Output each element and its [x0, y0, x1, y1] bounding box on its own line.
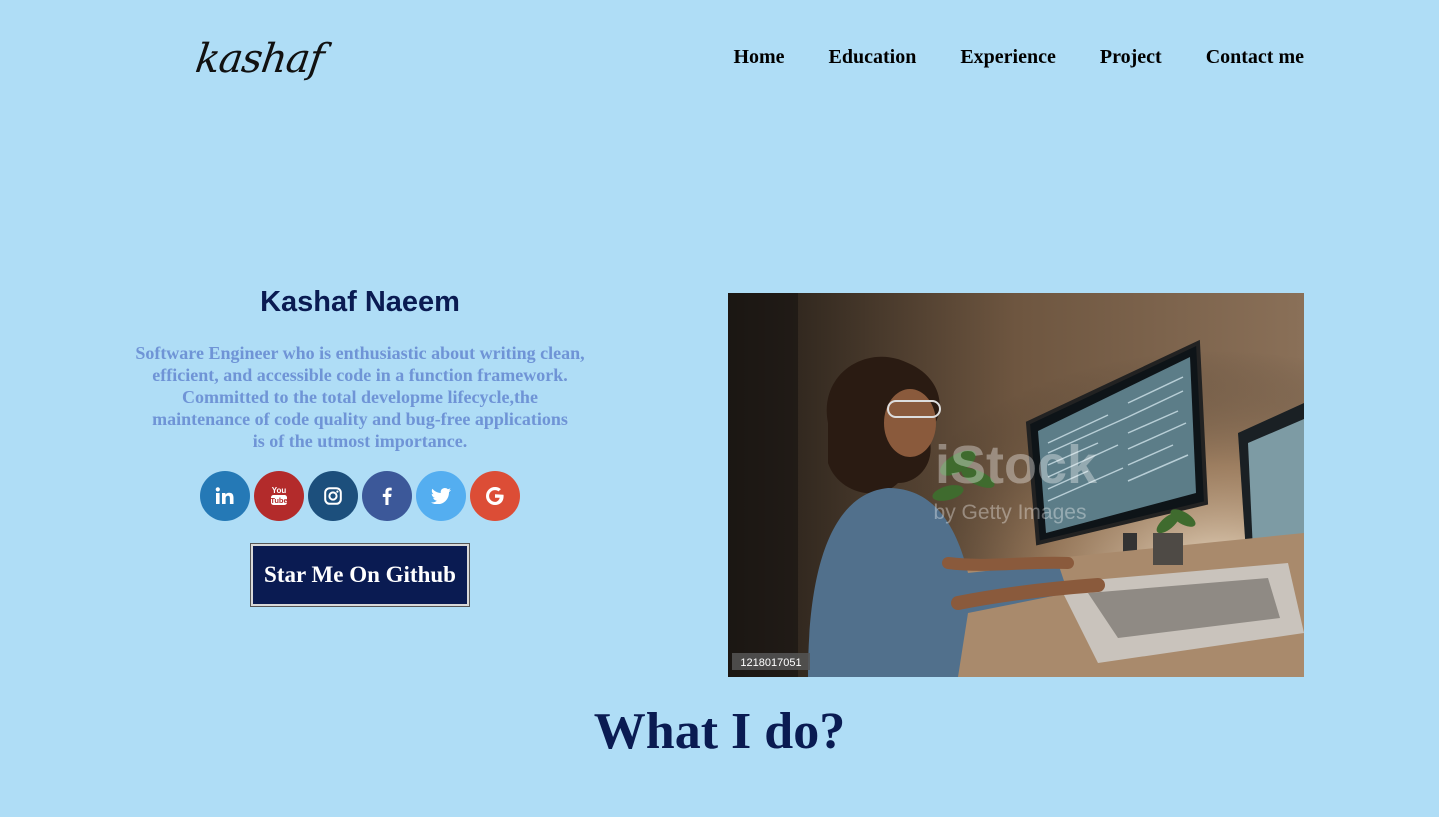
main-nav: Home Education Experience Project Contac… [733, 44, 1304, 70]
intro-section: Kashaf Naeem Software Engineer who is en… [110, 283, 610, 607]
nav-contact[interactable]: Contact me [1206, 44, 1304, 70]
svg-text:You: You [272, 486, 287, 495]
youtube-icon[interactable]: You Tube [254, 471, 304, 521]
section-title: What I do? [593, 703, 846, 760]
star-github-button[interactable]: Star Me On Github [250, 543, 470, 607]
stock-watermark-sub: by Getty Images [934, 501, 1087, 524]
bio-line: efficient, and accessible code in a func… [152, 365, 568, 385]
nav-education[interactable]: Education [829, 44, 917, 70]
svg-text:Tube: Tube [270, 496, 287, 505]
profile-name: Kashaf Naeem [260, 286, 460, 318]
developer-at-computer-illustration: iStock by Getty Images 1218017051 [728, 293, 1304, 677]
linkedin-icon[interactable] [200, 471, 250, 521]
profile-bio: Software Engineer who is enthusiastic ab… [110, 342, 610, 452]
google-icon[interactable] [470, 471, 520, 521]
bio-line: Committed to the total developme lifecyc… [182, 387, 538, 407]
instagram-icon[interactable] [308, 471, 358, 521]
nav-project[interactable]: Project [1100, 44, 1162, 70]
hero-photo: iStock by Getty Images 1218017051 [728, 293, 1304, 677]
site-logo[interactable]: kashaf [192, 30, 327, 88]
bio-line: is of the utmost importance. [252, 431, 468, 451]
stock-id-label: 1218017051 [740, 657, 801, 669]
bio-line: maintenance of code quality and bug-free… [152, 409, 568, 429]
bio-line: Software Engineer who is enthusiastic ab… [135, 343, 585, 363]
facebook-icon[interactable] [362, 471, 412, 521]
nav-experience[interactable]: Experience [960, 44, 1056, 70]
nav-home[interactable]: Home [733, 44, 784, 70]
social-links: You Tube [110, 471, 610, 521]
twitter-icon[interactable] [416, 471, 466, 521]
stock-watermark: iStock [935, 435, 1098, 495]
